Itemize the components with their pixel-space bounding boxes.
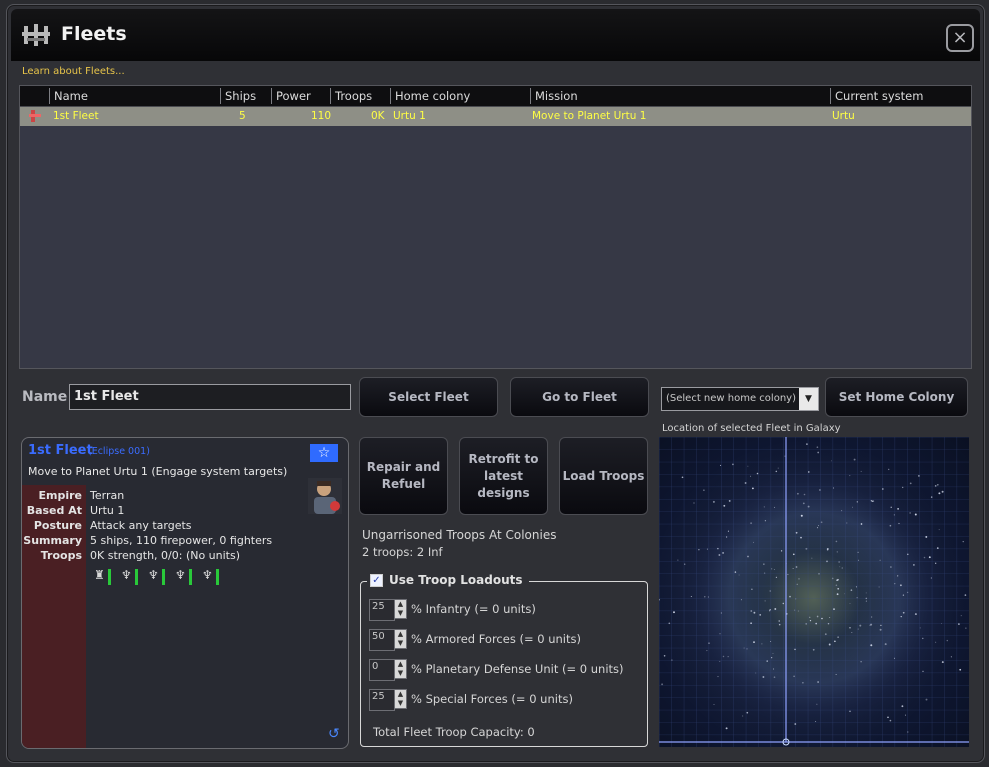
spinner-icon[interactable]: ▲ ▼ bbox=[394, 629, 407, 649]
total-troop-capacity: Total Fleet Troop Capacity: 0 bbox=[373, 725, 535, 739]
troop-loadouts-group: ✓ Use Troop Loadouts 25 ▲ ▼ % Infantry (=… bbox=[360, 573, 648, 747]
troop-loadouts-legend: ✓ Use Troop Loadouts bbox=[367, 573, 529, 587]
armored-label: % Armored Forces (= 0 units) bbox=[411, 632, 581, 646]
fleet-table: Name Ships Power Troops Home colony Miss… bbox=[19, 85, 972, 369]
ship-icon[interactable]: ♜ bbox=[94, 568, 105, 582]
column-header-name[interactable]: Name bbox=[49, 88, 214, 104]
use-troop-loadouts-checkbox[interactable]: ✓ bbox=[370, 573, 383, 587]
column-header-ships[interactable]: Ships bbox=[220, 88, 269, 104]
commander-portrait bbox=[308, 478, 342, 514]
retrofit-button[interactable]: Retrofit to latest designs bbox=[459, 437, 548, 515]
ship-health-bar bbox=[162, 569, 165, 585]
cell-name: 1st Fleet bbox=[53, 110, 99, 122]
spinner-icon[interactable]: ▲ ▼ bbox=[394, 659, 407, 679]
field-summary-label: Summary bbox=[23, 534, 82, 547]
chevron-down-icon[interactable]: ▼ bbox=[799, 388, 818, 410]
load-troops-button[interactable]: Load Troops bbox=[559, 437, 648, 515]
fleet-design-class: (Eclipse 001) bbox=[88, 446, 150, 457]
field-summary-value: 5 ships, 110 firepower, 0 fighters bbox=[90, 534, 273, 547]
cell-ships: 5 bbox=[239, 110, 246, 122]
ship-health-bar bbox=[216, 569, 219, 585]
special-forces-percent-input[interactable]: 25 bbox=[369, 689, 395, 711]
fleet-row-icon bbox=[29, 110, 41, 122]
field-based-at-value: Urtu 1 bbox=[90, 504, 125, 517]
set-home-colony-button[interactable]: Set Home Colony bbox=[825, 377, 968, 417]
select-fleet-button[interactable]: Select Fleet bbox=[359, 377, 498, 417]
spinner-icon[interactable]: ▲ ▼ bbox=[394, 599, 407, 619]
learn-about-fleets-link[interactable]: Learn about Fleets... bbox=[22, 66, 125, 77]
field-posture-value: Attack any targets bbox=[90, 519, 192, 532]
home-colony-select[interactable]: (Select new home colony) ▼ bbox=[661, 387, 819, 411]
home-colony-select-value: (Select new home colony) bbox=[666, 393, 796, 404]
table-row[interactable]: 1st Fleet 5 110 0K Urtu 1 Move to Planet… bbox=[20, 107, 971, 126]
ship-icon[interactable]: ♆ bbox=[202, 568, 213, 582]
field-troops-label: Troops bbox=[40, 549, 82, 562]
table-header: Name Ships Power Troops Home colony Miss… bbox=[20, 86, 971, 107]
infantry-label: % Infantry (= 0 units) bbox=[411, 602, 536, 616]
galaxy-map-caption: Location of selected Fleet in Galaxy bbox=[662, 423, 841, 434]
column-header-current-system[interactable]: Current system bbox=[830, 88, 971, 104]
fleet-info-card: 1st Fleet (Eclipse 001) ☆ Move to Planet… bbox=[21, 437, 349, 749]
field-based-at-label: Based At bbox=[26, 504, 82, 517]
ship-health-bar bbox=[189, 569, 192, 585]
cell-home-colony: Urtu 1 bbox=[393, 110, 426, 122]
title-bar: Fleets × bbox=[11, 9, 980, 61]
column-header-power[interactable]: Power bbox=[271, 88, 328, 104]
ship-icon[interactable]: ♆ bbox=[148, 568, 159, 582]
ship-health-bar bbox=[135, 569, 138, 585]
fleet-icon bbox=[22, 24, 50, 46]
field-posture-label: Posture bbox=[33, 519, 82, 532]
armored-percent-input[interactable]: 50 bbox=[369, 629, 395, 651]
fleet-card-title: 1st Fleet bbox=[28, 443, 93, 458]
field-empire-value: Terran bbox=[90, 489, 125, 502]
repair-and-refuel-button[interactable]: Repair and Refuel bbox=[359, 437, 448, 515]
spinner-icon[interactable]: ▲ ▼ bbox=[394, 689, 407, 709]
fleets-window: Fleets × Learn about Fleets... Name Ship… bbox=[6, 4, 985, 763]
cell-mission: Move to Planet Urtu 1 bbox=[532, 110, 647, 122]
ungarrisoned-troops-detail: 2 troops: 2 Inf bbox=[362, 545, 443, 559]
field-troops-value: 0K strength, 0/0: (No units) bbox=[90, 549, 241, 562]
field-empire-label: Empire bbox=[38, 489, 82, 502]
fleet-card-mission: Move to Planet Urtu 1 (Engage system tar… bbox=[28, 465, 288, 478]
fleet-name-input[interactable]: 1st Fleet bbox=[69, 384, 351, 410]
ship-health-bar bbox=[108, 569, 111, 585]
ship-icon[interactable]: ♆ bbox=[175, 568, 186, 582]
infantry-percent-input[interactable]: 25 bbox=[369, 599, 395, 621]
column-header-mission[interactable]: Mission bbox=[530, 88, 825, 104]
cell-troops: 0K bbox=[371, 110, 385, 122]
window-title: Fleets bbox=[61, 23, 127, 45]
special-forces-label: % Special Forces (= 0 units) bbox=[411, 692, 573, 706]
ship-icon[interactable]: ♆ bbox=[121, 568, 132, 582]
close-button[interactable]: × bbox=[946, 24, 974, 52]
cell-power: 110 bbox=[311, 110, 332, 122]
column-header-troops[interactable]: Troops bbox=[330, 88, 391, 104]
galaxy-map-render bbox=[659, 437, 969, 747]
go-to-fleet-button[interactable]: Go to Fleet bbox=[510, 377, 649, 417]
planetary-defense-label: % Planetary Defense Unit (= 0 units) bbox=[411, 662, 624, 676]
cell-current-system: Urtu bbox=[832, 110, 855, 122]
ungarrisoned-troops-title: Ungarrisoned Troops At Colonies bbox=[362, 528, 557, 542]
use-troop-loadouts-label[interactable]: Use Troop Loadouts bbox=[389, 573, 523, 587]
refresh-icon[interactable]: ↺ bbox=[328, 726, 340, 742]
galaxy-map[interactable] bbox=[659, 437, 969, 747]
close-icon[interactable]: × bbox=[952, 27, 967, 48]
planetary-defense-percent-input[interactable]: 0 bbox=[369, 659, 395, 681]
name-label: Name bbox=[22, 389, 68, 405]
column-header-home-colony[interactable]: Home colony bbox=[390, 88, 525, 104]
star-icon[interactable]: ☆ bbox=[310, 444, 338, 462]
